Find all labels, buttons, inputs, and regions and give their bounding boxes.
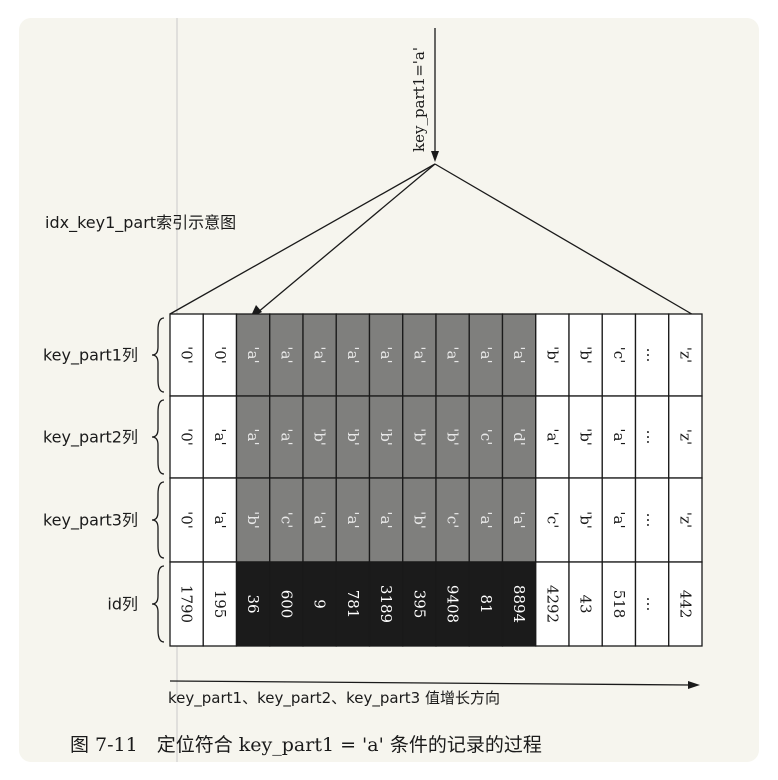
cell-value: 'a' xyxy=(477,511,495,528)
cell-value: 395 xyxy=(410,590,428,619)
cell-value: 'b' xyxy=(444,428,462,446)
query-arrow-head xyxy=(431,151,439,162)
cell-value: 3189 xyxy=(377,585,395,623)
cell-value: 'b' xyxy=(577,428,595,446)
cell-value: 781 xyxy=(344,590,362,619)
cell-value: 8894 xyxy=(510,585,528,623)
cell-value: 'a' xyxy=(377,346,395,363)
growth-axis-label: key_part1、key_part2、key_part3 值增长方向 xyxy=(168,689,500,708)
cell-value: 'b' xyxy=(577,346,595,364)
cell-value: 195 xyxy=(211,590,229,619)
row-brace xyxy=(151,317,165,393)
cell-value: 'a' xyxy=(610,428,628,445)
cell-value: 'z' xyxy=(676,347,694,363)
row-brace xyxy=(151,481,165,559)
cell-value: 'b' xyxy=(344,428,362,446)
cell-value: 'a' xyxy=(510,346,528,363)
cell-value: 9 xyxy=(311,599,329,609)
cell-value: 'b' xyxy=(410,428,428,446)
growth-axis-line xyxy=(169,680,691,686)
cell-value: '0' xyxy=(178,346,196,364)
query-label: key_part1='a' xyxy=(410,47,428,152)
cell-value: 518 xyxy=(610,590,628,619)
cell-value: 'a' xyxy=(277,428,295,445)
cell-value: 600 xyxy=(277,590,295,619)
cell-value: 'a' xyxy=(410,346,428,363)
index-table: '0' '0' 'a' 'a' 'a' 'a' 'a' 'a' 'a' 'a' 'a' 'b' 'b' '… xyxy=(169,313,703,647)
cell-value: '0' xyxy=(211,346,229,364)
cell-value: '0' xyxy=(178,428,196,446)
cell-value: '0' xyxy=(178,511,196,529)
growth-axis-arrow-head xyxy=(688,681,700,689)
cell-value: … xyxy=(643,430,661,445)
cell-value: 'c' xyxy=(610,347,628,364)
row-label: key_part1列 xyxy=(43,346,138,366)
cell-value: 'a' xyxy=(543,428,561,445)
cell-value: 'a' xyxy=(311,346,329,363)
row-label: key_part2列 xyxy=(43,428,138,448)
cell-value: 43 xyxy=(577,594,595,613)
cell-value: 'a' xyxy=(211,428,229,445)
cell-value: 1790 xyxy=(178,585,196,623)
cell-value: 'c' xyxy=(444,512,462,529)
cell-value: … xyxy=(643,513,661,528)
cell-value: 4292 xyxy=(543,585,561,623)
cell-value: 'b' xyxy=(244,511,262,529)
cell-value: 'a' xyxy=(510,511,528,528)
index-title: idx_key1_part索引示意图 xyxy=(45,213,236,233)
cell-value: 'b' xyxy=(377,428,395,446)
cell-value: 'a' xyxy=(211,511,229,528)
cell-value: … xyxy=(643,348,661,363)
cell-value: 'a' xyxy=(377,511,395,528)
row-label: key_part3列 xyxy=(43,511,138,531)
figure-caption: 图 7-11 定位符合 key_part1 = 'a' 条件的记录的过程 xyxy=(70,734,542,756)
cell-value: 'b' xyxy=(410,511,428,529)
cell-value: 442 xyxy=(676,590,694,619)
cell-value: 'a' xyxy=(277,346,295,363)
cell-value: … xyxy=(643,597,661,612)
cell-value: 36 xyxy=(244,594,262,613)
row-brace xyxy=(151,399,165,475)
cell-value: 'a' xyxy=(477,346,495,363)
cell-value: 'a' xyxy=(344,511,362,528)
cell-value: 'a' xyxy=(344,346,362,363)
row-label: id列 xyxy=(107,595,138,614)
cell-value: 'c' xyxy=(477,429,495,446)
cell-value: 'b' xyxy=(577,511,595,529)
cell-value: 'c' xyxy=(543,512,561,529)
row-labels: key_part1列 key_part2列 key_part3列 id列 xyxy=(43,317,165,643)
cell-value: 'b' xyxy=(543,346,561,364)
index-diagram: key_part1='a' idx_key1_part索引示意图 '0' '0' '… xyxy=(43,18,703,762)
cell-value: 'z' xyxy=(676,512,694,528)
cell-value: 'd' xyxy=(510,428,528,446)
cell-value: 'a' xyxy=(311,511,329,528)
cell-value: 'c' xyxy=(277,512,295,529)
row-brace xyxy=(151,565,165,643)
tree-left-edge xyxy=(169,163,436,315)
tree-right-edge xyxy=(434,163,703,321)
cell-value: 'a' xyxy=(610,511,628,528)
cell-value: 'z' xyxy=(676,429,694,445)
cell-value: 'a' xyxy=(444,346,462,363)
locate-arrow-line xyxy=(256,163,436,314)
cell-value: 'a' xyxy=(244,346,262,363)
cell-value: 'b' xyxy=(311,428,329,446)
cell-value: 'a' xyxy=(244,428,262,445)
cell-value: 9408 xyxy=(444,585,462,623)
cell-value: 81 xyxy=(477,594,495,613)
